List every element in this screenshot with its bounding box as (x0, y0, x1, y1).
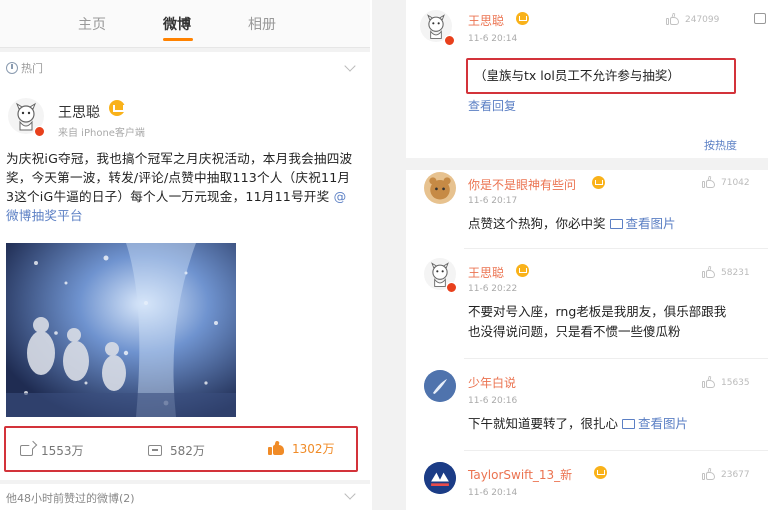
liked-posts-label: 他48小时前赞过的微博(2) (6, 492, 135, 505)
post-author[interactable]: 王思聪 (58, 102, 100, 122)
badge-avatar-icon (424, 462, 456, 494)
repost-icon (20, 445, 33, 456)
image-icon (609, 219, 623, 229)
crown-badge-icon (516, 264, 529, 277)
divider (464, 358, 768, 359)
celebration-photo (6, 243, 236, 417)
view-image-link[interactable]: 查看图片 (626, 216, 676, 231)
comment-like-button[interactable]: 247099 (666, 12, 720, 26)
thumbs-up-icon (702, 467, 716, 481)
comment-text: （皇族与tx lol员工不允许参与抽奖） (474, 68, 680, 83)
comment-like-count: 15635 (721, 377, 750, 388)
comment-time: 11-6 20:14 (468, 488, 518, 498)
thumbs-up-icon (702, 175, 716, 189)
like-button[interactable]: 1302万 (268, 440, 335, 457)
crown-badge-icon (594, 466, 607, 479)
image-icon (622, 419, 636, 429)
post-photo[interactable] (6, 243, 236, 417)
tab-weibo[interactable]: 微博 (163, 14, 191, 34)
profile-tabs: 主页 微博 相册 (0, 0, 370, 48)
bear-avatar-icon (429, 177, 451, 200)
thumbs-up-icon (702, 265, 716, 279)
repost-count: 1553万 (41, 444, 84, 458)
comment-like-count: 71042 (721, 177, 750, 188)
panel-divider (372, 0, 406, 510)
avatar[interactable] (424, 172, 456, 204)
comment-like-button[interactable]: 15635 (702, 375, 750, 389)
reply-icon[interactable] (754, 13, 766, 24)
verified-badge-icon (444, 35, 455, 46)
comment-count: 582万 (170, 444, 205, 458)
view-image-link[interactable]: 查看图片 (638, 416, 688, 431)
post-text: 为庆祝iG夺冠，我也搞个冠军之月庆祝活动，本月我会抽四波奖，今天第一波，转发/评… (6, 149, 358, 225)
hot-icon (6, 62, 18, 74)
hot-label-row: 热门 (6, 60, 43, 76)
tab-album[interactable]: 相册 (248, 14, 276, 34)
post-source: 来自 iPhone客户端 (58, 128, 145, 139)
comment-like-count: 58231 (721, 267, 750, 278)
comment-author[interactable]: 你是不是眼神有些问 (468, 176, 576, 193)
profile-panel: 主页 微博 相册 热门 王思聪 来自 iPhone客户端 为庆祝iG夺冠，我也搞… (0, 0, 370, 510)
comment-body: 下午就知道要转了，很扎心 (468, 416, 619, 431)
comment-text: 不要对号入座，rng老板是我朋友，俱乐部跟我也没得说问题，只是看不惯一些傻瓜粉 (468, 304, 727, 339)
divider (464, 450, 768, 451)
thumbs-up-icon (268, 440, 285, 456)
chevron-down-icon[interactable] (344, 488, 356, 500)
comment-button[interactable]: 582万 (148, 442, 205, 459)
verified-badge-icon (446, 282, 457, 293)
comment-time: 11-6 20:22 (468, 284, 518, 294)
hot-label: 热门 (21, 62, 43, 75)
comment-like-button[interactable]: 23677 (702, 467, 750, 481)
chevron-down-icon[interactable] (344, 60, 356, 72)
comment-icon (148, 445, 162, 456)
action-bar-highlight: 1553万 582万 1302万 (4, 426, 358, 472)
sort-by-heat[interactable]: 按热度 (704, 136, 737, 156)
feather-avatar-icon (424, 370, 456, 402)
crown-badge-icon (592, 176, 605, 189)
liked-posts-row[interactable]: 他48小时前赞过的微博(2) (0, 484, 370, 510)
comment-like-count: 23677 (721, 469, 750, 480)
crown-badge-icon (516, 12, 529, 25)
avatar[interactable] (424, 462, 456, 494)
comment-body: 点赞这个热狗，你必中奖 (468, 216, 606, 231)
post-card: 热门 王思聪 来自 iPhone客户端 为庆祝iG夺冠，我也搞个冠军之月庆祝活动… (0, 52, 370, 480)
comments-panel: 王思聪 11-6 20:14 247099 （皇族与tx lol员工不允许参与抽… (406, 0, 768, 510)
thumbs-up-icon (702, 375, 716, 389)
crown-badge-icon (109, 100, 125, 116)
thumbs-up-icon (666, 12, 680, 26)
like-count: 1302万 (292, 442, 335, 456)
comment-like-button[interactable]: 58231 (702, 265, 750, 279)
comment-text: 点赞这个热狗，你必中奖 查看图片 (468, 214, 676, 234)
comment-time: 11-6 20:17 (468, 196, 518, 206)
comment-like-button[interactable]: 71042 (702, 175, 750, 189)
divider (464, 248, 768, 249)
comment-author[interactable]: TaylorSwift_13_新 (468, 466, 572, 483)
verified-badge-icon (34, 126, 45, 137)
comment-time: 11-6 20:16 (468, 396, 518, 406)
avatar[interactable] (424, 370, 456, 402)
tab-home[interactable]: 主页 (78, 14, 106, 34)
repost-button[interactable]: 1553万 (20, 442, 84, 459)
comment-author[interactable]: 少年白说 (468, 374, 516, 391)
comment-like-count: 247099 (685, 14, 720, 25)
comment-text: 下午就知道要转了，很扎心 查看图片 (468, 414, 688, 434)
view-replies-link[interactable]: 查看回复 (468, 96, 516, 116)
active-tab-indicator (163, 38, 193, 41)
post-body: 为庆祝iG夺冠，我也搞个冠军之月庆祝活动，本月我会抽四波奖，今天第一波，转发/评… (6, 151, 353, 204)
comment-author[interactable]: 王思聪 (468, 264, 504, 281)
comment-author[interactable]: 王思聪 (468, 12, 504, 29)
section-separator (406, 158, 768, 170)
comment-time: 11-6 20:14 (468, 34, 518, 44)
